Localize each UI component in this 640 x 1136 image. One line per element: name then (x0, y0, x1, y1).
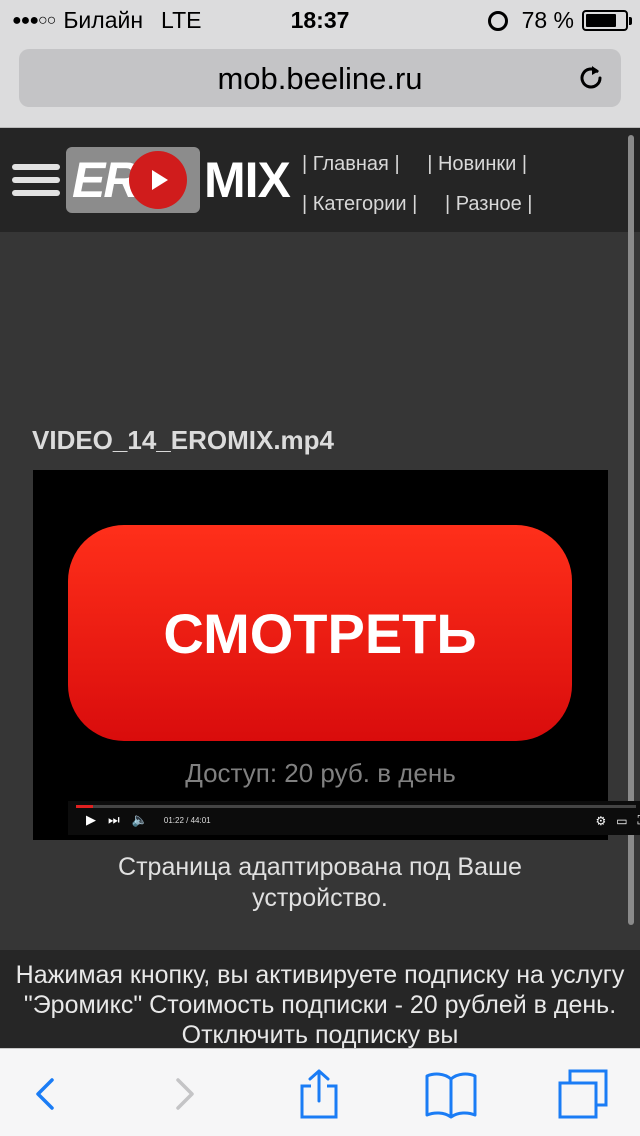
status-bar: ●●●○○ Билайн LTE 18:37 78 % (0, 0, 640, 40)
browser-toolbar (0, 1048, 640, 1136)
progress-fill (76, 805, 93, 808)
tabs-icon[interactable] (556, 1069, 610, 1119)
volume-icon[interactable]: 🔈 (132, 812, 148, 828)
battery-icon (582, 10, 632, 31)
video-title: VIDEO_14_EROMIX.mp4 (32, 425, 334, 455)
price-text: Доступ: 20 руб. в день (185, 758, 456, 788)
logo-text-left: ER (72, 152, 139, 208)
reload-icon[interactable] (575, 62, 607, 94)
browser-chrome-top: mob.beeline.ru (0, 40, 640, 128)
url-text[interactable]: mob.beeline.ru (19, 61, 621, 97)
top-navigation: | Главная | | Новинки | | Категории | | … (302, 144, 632, 224)
site-header: ER MIX | Главная | | Новинки | | Категор… (0, 128, 640, 232)
address-bar[interactable]: mob.beeline.ru (19, 49, 621, 107)
watch-button[interactable]: СМОТРЕТЬ (68, 525, 572, 741)
alarm-icon (487, 10, 508, 31)
settings-icon[interactable]: ⚙ (595, 814, 606, 828)
status-right: 78 % (487, 7, 632, 34)
nav-link-misc[interactable]: | Разное | (445, 193, 533, 215)
bookmarks-icon[interactable] (424, 1069, 478, 1119)
back-icon[interactable] (22, 1069, 76, 1119)
menu-icon[interactable] (12, 164, 60, 198)
nav-link-new[interactable]: | Новинки | (427, 153, 527, 175)
subscription-disclaimer: Нажимая кнопку, вы активируете подписку … (0, 950, 640, 1048)
controls-left: ▶ ⏭ 🔈 01:22 / 44:01 (86, 812, 223, 828)
play-icon (129, 151, 188, 209)
next-icon[interactable]: ⏭ (108, 812, 120, 828)
nav-link-categories[interactable]: | Категории | (302, 193, 417, 215)
nav-link-home[interactable]: | Главная | (302, 153, 400, 175)
logo-text-right: MIX (204, 152, 291, 208)
site-logo[interactable]: ER MIX (66, 147, 291, 213)
disclaimer-text: Нажимая кнопку, вы активируете подписку … (15, 961, 625, 1048)
theater-mode-icon[interactable]: ▭ (616, 814, 627, 828)
play-control-icon[interactable]: ▶ (86, 812, 96, 828)
controls-right: ⚙ ▭ ⛶ (585, 813, 640, 828)
watch-button-label: СМОТРЕТЬ (163, 601, 477, 665)
adapted-notice: Страница адаптирована под Ваше устройств… (118, 853, 522, 912)
video-time: 01:22 / 44:01 (163, 815, 211, 825)
video-player[interactable]: СМОТРЕТЬ Доступ: 20 руб. в день ▶ ⏭ 🔈 01… (33, 470, 640, 840)
forward-icon[interactable] (156, 1069, 210, 1119)
player-controls[interactable]: ▶ ⏭ 🔈 01:22 / 44:01 ⚙ ▭ ⛶ (68, 801, 640, 835)
share-icon[interactable] (292, 1069, 346, 1119)
logo-box: ER (66, 147, 200, 213)
progress-bar[interactable] (76, 805, 636, 808)
battery-percent: 78 % (521, 7, 574, 33)
